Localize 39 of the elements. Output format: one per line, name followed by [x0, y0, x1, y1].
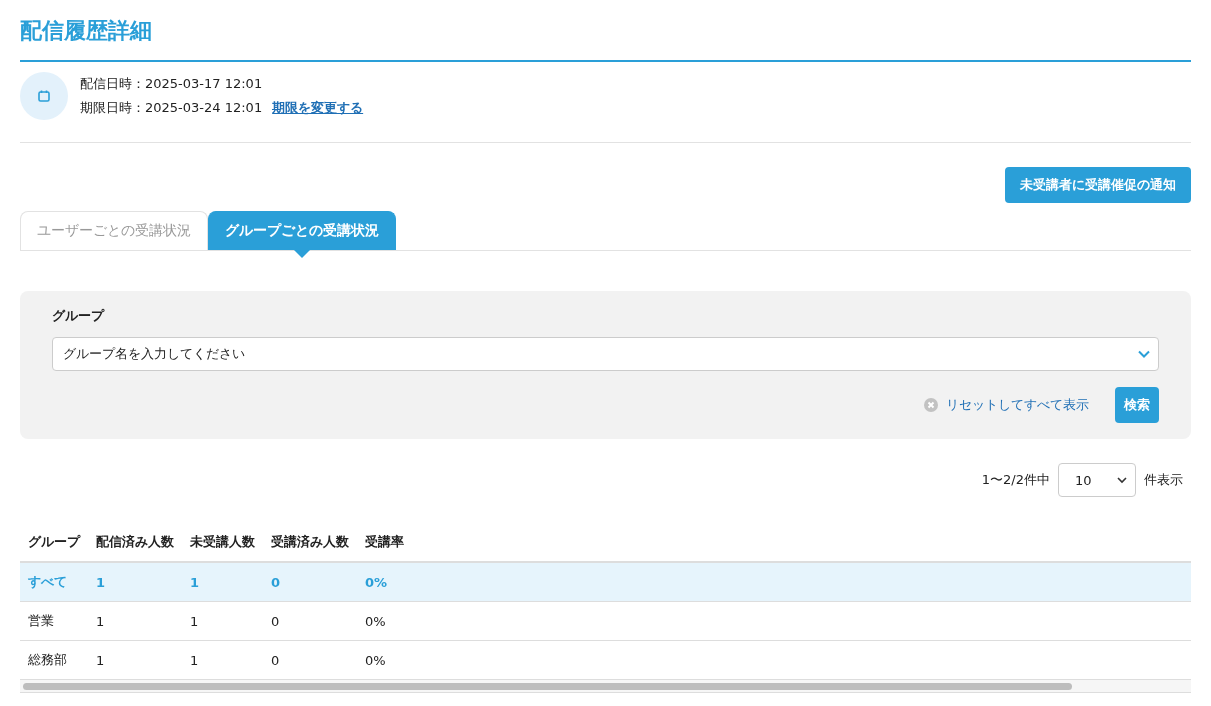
table-cell: 1: [88, 640, 182, 680]
table-cell: 1: [182, 640, 263, 680]
table-cell: 1: [182, 601, 263, 641]
table-cell: 0: [263, 601, 357, 641]
table-cell: 1: [182, 562, 263, 602]
calendar-icon: [20, 72, 68, 120]
table-cell: 0: [263, 640, 357, 680]
horizontal-scrollbar[interactable]: [20, 680, 1191, 693]
group-select[interactable]: グループ名を入力してください: [52, 337, 1159, 371]
search-button[interactable]: 検索: [1115, 387, 1159, 423]
table-cell: 総務部: [20, 640, 88, 680]
table-cell: 0%: [357, 640, 412, 680]
chevron-down-icon: [1138, 350, 1150, 358]
clear-icon: [924, 398, 938, 412]
per-page-select[interactable]: 10: [1058, 463, 1136, 497]
scrollbar-thumb[interactable]: [23, 682, 1072, 690]
table-cell: 0%: [357, 562, 412, 602]
deadline-datetime: 期限日時：2025-03-24 12:01: [80, 99, 263, 117]
table-cell: すべて: [20, 562, 88, 602]
delivery-datetime: 配信日時：2025-03-17 12:01: [80, 75, 264, 93]
table-row[interactable]: すべて 1 1 0 0%: [20, 562, 1191, 602]
group-label: グループ: [52, 307, 106, 325]
tab[interactable]: グループごとの受講状況: [208, 211, 396, 250]
tab-pointer-icon: [294, 250, 310, 258]
per-page-suffix: 件表示: [1144, 471, 1183, 489]
table-cell: 1: [88, 562, 182, 602]
table-row[interactable]: 営業 1 1 0 0%: [20, 601, 1191, 641]
table-cell: 0: [263, 562, 357, 602]
change-deadline-link[interactable]: 期限を変更する: [272, 99, 364, 117]
tab[interactable]: ユーザーごとの受講状況: [20, 211, 208, 250]
reset-link[interactable]: リセットしてすべて表示: [946, 396, 1089, 414]
chevron-down-icon: [1117, 476, 1127, 484]
table-cell: 1: [88, 601, 182, 641]
table-cell: 営業: [20, 601, 88, 641]
table-row[interactable]: 総務部 1 1 0 0%: [20, 640, 1191, 680]
page-title: 配信履歴詳細: [20, 0, 1191, 62]
table-cell: 0%: [357, 601, 412, 641]
notify-button[interactable]: 未受講者に受講催促の通知: [1005, 167, 1191, 203]
result-count: 1〜2/2件中: [981, 471, 1050, 489]
